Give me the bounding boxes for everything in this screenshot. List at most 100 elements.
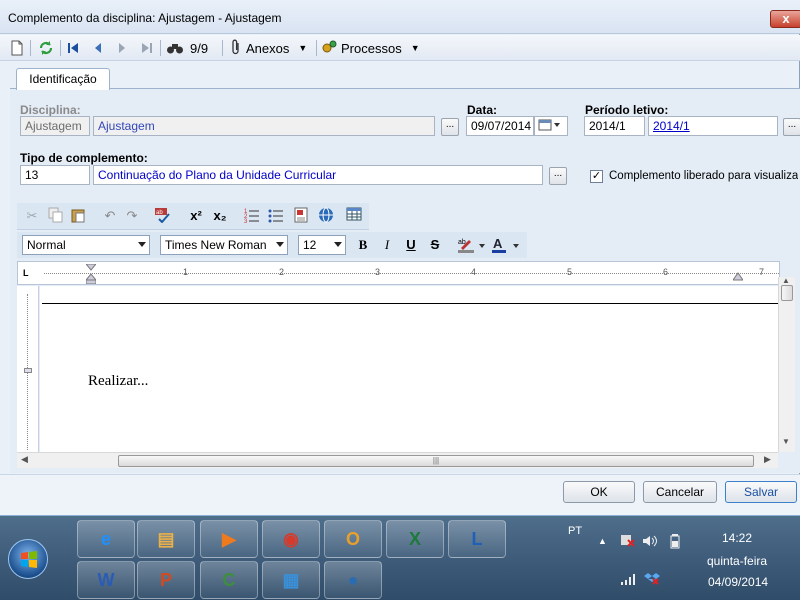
paste-icon[interactable] [69,207,87,225]
calendar-dropdown[interactable] [534,116,568,136]
underline-button[interactable]: U [402,236,420,254]
superscript-button[interactable]: x² [187,207,205,225]
camtasia-taskbar-icon[interactable]: C [200,561,258,599]
cancel-button[interactable]: Cancelar [643,481,717,503]
internet-explorer-taskbar-icon[interactable]: e [77,520,135,558]
table-icon[interactable] [345,207,363,225]
clock-date[interactable]: 04/09/2014 [708,575,768,589]
binoculars-icon[interactable] [166,39,184,57]
excel-taskbar-icon[interactable]: X [386,520,444,558]
network-warning-icon[interactable] [620,534,636,551]
next-record-icon[interactable] [116,39,128,57]
previous-record-icon[interactable] [92,39,104,57]
chevron-down-icon [138,242,146,247]
app-circle-taskbar-icon[interactable]: ● [324,561,382,599]
svg-text:ab: ab [156,210,163,216]
windows-logo-icon [20,550,38,568]
media-player-taskbar-icon[interactable]: ▶ [200,520,258,558]
last-record-icon[interactable] [140,39,154,57]
periodo-link[interactable]: 2014/1 [648,116,778,136]
outlook-taskbar-icon[interactable]: O [324,520,382,558]
hyperlink-icon[interactable] [317,207,335,225]
font-size-value: 12 [303,238,317,252]
font-color-button[interactable]: A [491,236,521,254]
signal-icon[interactable] [620,573,636,588]
horizontal-scroll-thumb[interactable]: ||| [118,455,754,467]
liberado-checkbox[interactable]: ✓ [590,170,603,183]
show-hidden-icons-icon[interactable]: ▲ [598,536,607,546]
remote-desktop-taskbar-icon[interactable]: ▦ [262,561,320,599]
chrome-taskbar-icon[interactable]: ◉ [262,520,320,558]
ok-button[interactable]: OK [563,481,635,503]
data-label: Data: [467,103,498,117]
periodo-lookup-button[interactable]: ... [783,118,800,136]
new-icon[interactable] [10,39,24,57]
highlight-color-button[interactable]: ab [457,236,487,254]
indent-marker-icon[interactable] [84,263,98,285]
window-title: Complemento da disciplina: Ajustagem - A… [8,11,282,25]
italic-button[interactable]: I [378,236,396,254]
scroll-up-icon[interactable]: ▲ [782,276,790,285]
date-field[interactable]: 09/07/2014 [466,116,534,136]
vertical-scrollbar[interactable]: ▲ ▼ [778,276,795,452]
svg-text:3: 3 [244,219,248,223]
first-record-icon[interactable] [66,39,80,57]
chevron-down-icon: ▼ [410,43,420,53]
tipo-code-field[interactable]: 13 [20,165,90,185]
bold-button[interactable]: B [354,236,372,254]
dialog-window: Complemento da disciplina: Ajustagem - A… [0,0,800,515]
save-button[interactable]: Salvar [725,481,797,503]
periodo-code-field[interactable]: 2014/1 [584,116,645,136]
close-button[interactable]: x [770,10,800,28]
attachments-menu[interactable]: Anexos ▼ [230,39,307,57]
refresh-icon[interactable] [38,39,54,57]
tipo-name-field: Continuação do Plano da Unidade Curricul… [93,165,543,185]
image-icon[interactable] [293,207,311,225]
file-explorer-taskbar-icon[interactable]: ▤ [137,520,195,558]
spellcheck-icon[interactable]: ab [154,207,172,225]
word-taskbar-icon[interactable]: W [77,561,135,599]
language-indicator[interactable]: PT [568,525,582,537]
disciplina-lookup-button[interactable]: ... [441,118,459,136]
font-value: Times New Roman [165,238,267,252]
volume-icon[interactable] [642,534,658,551]
horizontal-scrollbar[interactable]: ◀ ||| ▶ [17,452,778,468]
document-text[interactable]: Realizar... [88,373,148,390]
numbered-list-icon[interactable]: 123 [243,207,261,225]
style-select[interactable]: Normal [22,235,150,255]
disciplina-label: Disciplina: [20,103,81,117]
processes-label: Processos [341,40,402,56]
horizontal-ruler[interactable]: L 1 2 3 4 5 6 7 [17,261,780,285]
powerpoint-taskbar-icon[interactable]: P [137,561,195,599]
ruler-tab-selector[interactable]: L [23,268,29,278]
tipo-lookup-button[interactable]: ... [549,167,567,185]
redo-icon[interactable]: ↷ [123,207,141,225]
record-counter: 9/9 [190,40,209,56]
clock-time[interactable]: 14:22 [722,531,752,545]
periodo-label: Período letivo: [585,103,669,117]
font-size-select[interactable]: 12 [298,235,346,255]
title-bar[interactable]: Complemento da disciplina: Ajustagem - A… [0,0,800,34]
dropbox-icon[interactable] [644,571,660,588]
battery-icon[interactable] [670,533,680,552]
vertical-scroll-thumb[interactable] [781,285,793,301]
lync-taskbar-icon[interactable]: L [448,520,506,558]
scroll-down-icon[interactable]: ▼ [782,437,790,446]
document-area[interactable]: Realizar... [40,286,778,452]
tipo-label: Tipo de complemento: [20,151,148,165]
svg-text:A: A [493,236,503,251]
font-select[interactable]: Times New Roman [160,235,288,255]
processes-menu[interactable]: Processos ▼ [321,39,420,57]
scroll-right-icon[interactable]: ▶ [764,454,771,465]
clock-day[interactable]: quinta-feira [707,554,767,568]
tab-identificacao[interactable]: Identificação [16,68,110,90]
start-button[interactable] [8,539,48,579]
right-indent-marker-icon[interactable] [732,270,744,282]
strikethrough-button[interactable]: S [426,236,444,254]
cut-icon[interactable]: ✂ [23,207,41,225]
subscript-button[interactable]: x₂ [211,207,229,225]
bullet-list-icon[interactable] [267,207,285,225]
undo-icon[interactable]: ↶ [101,207,119,225]
copy-icon[interactable] [47,207,65,225]
scroll-left-icon[interactable]: ◀ [21,454,28,465]
